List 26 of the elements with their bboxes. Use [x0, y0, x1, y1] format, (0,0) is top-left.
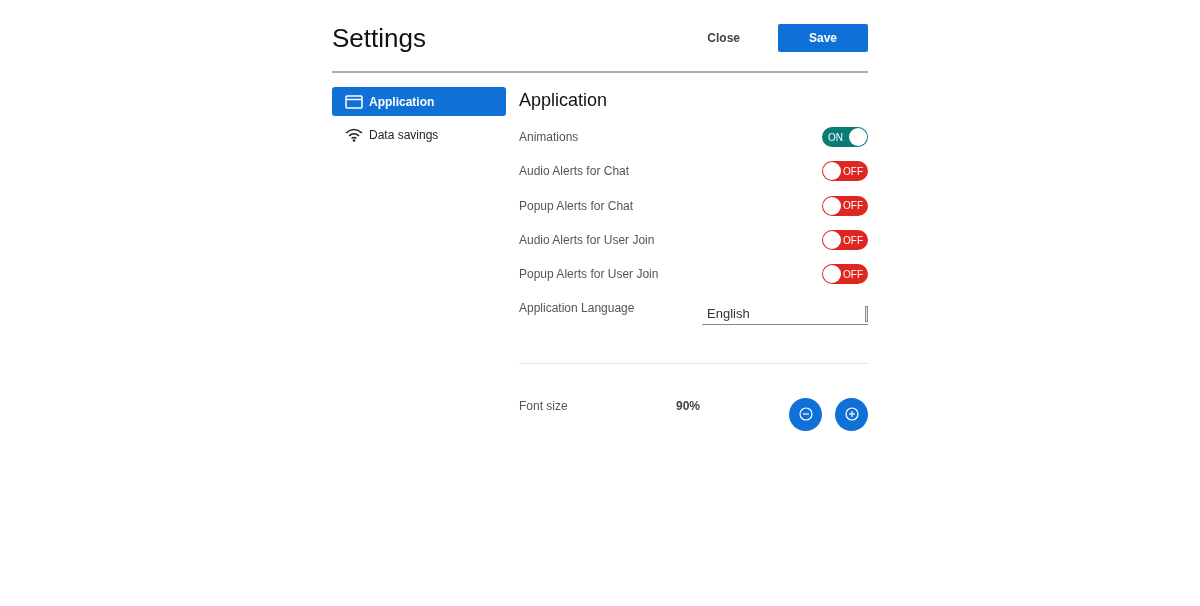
sidebar-item[interactable]: Data savings — [332, 120, 506, 149]
settings-title: Settings — [332, 21, 426, 55]
setting-label: Popup Alerts for Chat — [519, 197, 634, 215]
toggle-switch[interactable]: ON — [822, 127, 868, 148]
toggle-switch[interactable]: OFF — [822, 161, 868, 182]
save-button[interactable]: Save — [778, 24, 868, 52]
font-size-value: 90% — [676, 398, 701, 416]
wifi-icon — [345, 127, 363, 142]
setting-label: Audio Alerts for Chat — [519, 163, 630, 181]
increase-button[interactable] — [835, 398, 868, 431]
setting-label: Audio Alerts for User Join — [519, 232, 655, 250]
setting-label: Font size — [519, 398, 569, 416]
window-icon — [345, 94, 363, 109]
sidebar-item[interactable]: Application — [332, 87, 506, 116]
plus-icon — [844, 407, 859, 422]
decrease-button[interactable] — [789, 398, 822, 431]
setting-label: Animations — [519, 129, 579, 147]
toggle-switch[interactable]: OFF — [822, 230, 868, 251]
setting-label: Popup Alerts for User Join — [519, 266, 659, 284]
setting-label: Application Language — [519, 300, 635, 318]
language-dropdown[interactable]: English — [702, 303, 868, 326]
section-title: Application — [519, 89, 609, 112]
minus-icon — [798, 407, 813, 422]
toggle-switch[interactable]: OFF — [822, 195, 868, 216]
close-button[interactable]: Close — [707, 29, 740, 47]
toggle-switch[interactable]: OFF — [822, 264, 868, 285]
